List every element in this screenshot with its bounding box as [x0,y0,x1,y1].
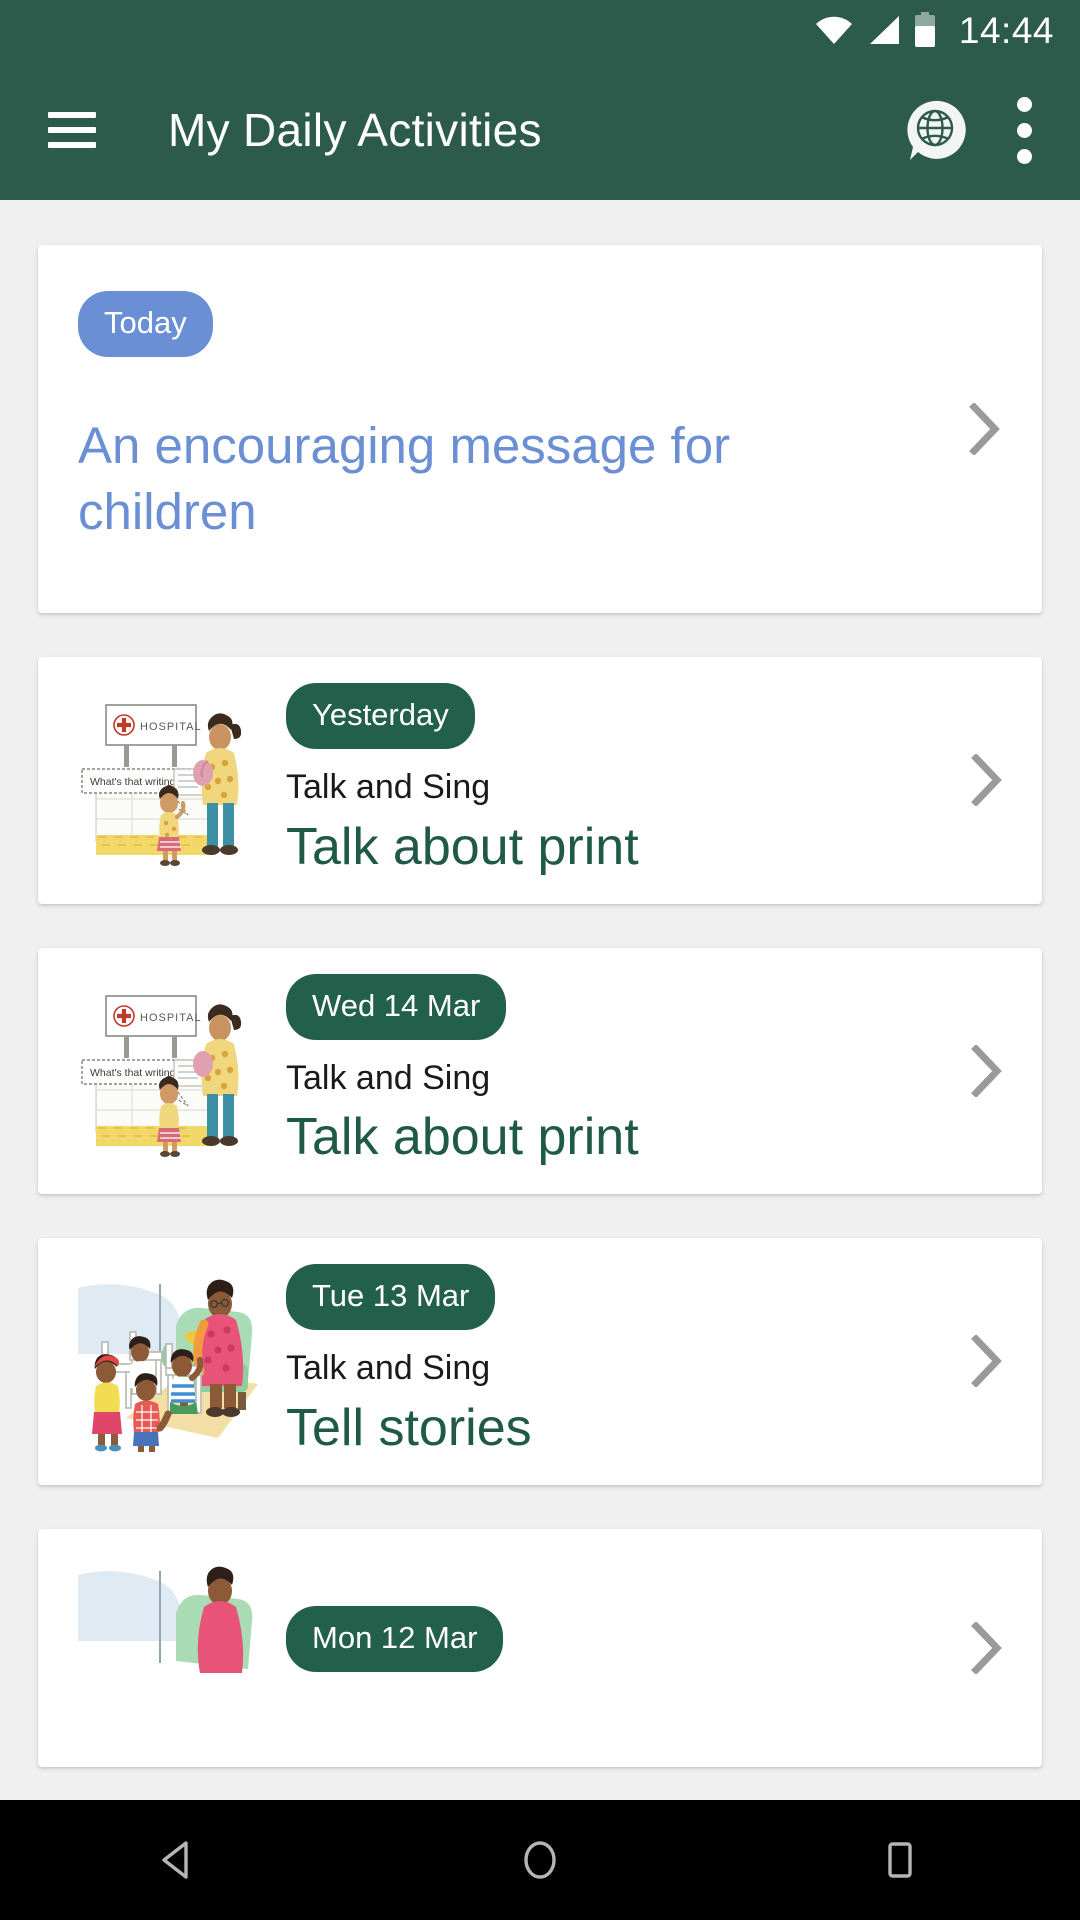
chevron-right-icon[interactable] [962,1621,1012,1674]
android-nav-bar [0,1800,1080,1920]
card-body: Yesterday Talk and Sing Talk about print [286,683,942,878]
globe-speech-bubble-icon[interactable] [902,98,966,162]
status-badge: Tue 13 Mar [286,1264,496,1331]
card-body: Mon 12 Mar [286,1605,942,1690]
overflow-menu-icon[interactable] [1012,91,1036,170]
app-bar-actions [902,91,1036,170]
cellular-signal-icon [866,15,900,45]
card-body: Tue 13 Mar Talk and Sing Tell stories [286,1264,942,1459]
back-triangle-icon[interactable] [120,1800,240,1920]
hospital-sign-illustration: HOSPITAL What's that writing say? [68,687,264,874]
wifi-icon [815,15,853,45]
hospital-sign-illustration: HOSPITAL What's that writing say? [68,977,264,1164]
page-title: My Daily Activities [168,104,542,156]
hamburger-menu-icon[interactable] [48,112,96,148]
battery-icon [913,12,937,48]
status-badge: Today [78,291,213,357]
card-subtitle: Talk and Sing [286,1349,491,1388]
card-title: An encouraging message for children [78,417,731,541]
chevron-right-icon[interactable] [962,754,1012,807]
card-subtitle: Talk and Sing [286,1058,491,1097]
activity-list[interactable]: Today An encouraging message for childre… [0,200,1080,1800]
card-body: Wed 14 Mar Talk and Sing Talk about prin… [286,973,942,1169]
list-item[interactable]: Today An encouraging message for childre… [38,245,1042,613]
svg-text:HOSPITAL: HOSPITAL [140,1012,202,1024]
chevron-right-icon[interactable] [960,403,1010,455]
status-bar: 14:44 [0,0,1080,60]
storytelling-illustration [68,1268,264,1455]
chevron-right-icon[interactable] [962,1335,1012,1388]
status-badge: Yesterday [286,683,475,749]
status-badge: Wed 14 Mar [286,973,507,1040]
card-title: Tell stories [286,1398,532,1457]
storytelling-illustration [68,1554,264,1741]
chevron-right-icon[interactable] [962,1044,1012,1097]
svg-text:HOSPITAL: HOSPITAL [140,721,202,733]
card-subtitle: Talk and Sing [286,768,491,806]
recents-square-icon[interactable] [840,1800,960,1920]
status-bar-clock: 14:44 [958,9,1054,51]
home-circle-icon[interactable] [480,1800,600,1920]
list-item[interactable]: Tue 13 Mar Talk and Sing Tell stories [38,1238,1042,1485]
status-badge: Mon 12 Mar [286,1605,504,1672]
list-item[interactable]: HOSPITAL What's that writing say? [38,657,1042,904]
app-bar: My Daily Activities [0,60,1080,200]
card-title: Talk about print [286,1108,639,1167]
list-item[interactable]: Mon 12 Mar [38,1528,1042,1767]
card-title: Talk about print [286,817,639,876]
list-item[interactable]: HOSPITAL What's that writing say? [38,947,1042,1195]
phone-screen: 14:44 My Daily Activities Today An encou… [0,0,1080,1920]
